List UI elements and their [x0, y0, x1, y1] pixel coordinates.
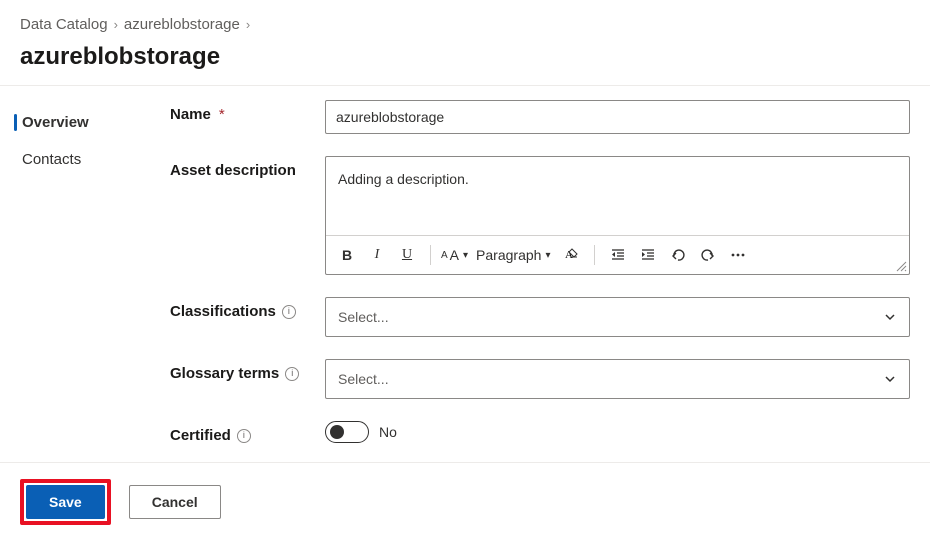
required-indicator: * [219, 106, 225, 123]
label-text: Classifications [170, 303, 276, 320]
description-editor: Adding a description. B I U AA ▾ Para [325, 156, 910, 275]
chevron-right-icon: › [114, 17, 118, 32]
undo-button[interactable] [665, 242, 691, 268]
name-label: Name * [170, 100, 325, 123]
indent-icon [640, 247, 656, 263]
redo-icon [700, 247, 716, 263]
page-title: azureblobstorage [0, 37, 930, 85]
info-icon[interactable]: i [285, 367, 299, 381]
cancel-button[interactable]: Cancel [129, 485, 221, 519]
form-sidebar: Overview Contacts [0, 100, 150, 178]
info-icon[interactable]: i [237, 429, 251, 443]
font-size-button[interactable]: AA ▾ [441, 242, 468, 268]
breadcrumb-link-root[interactable]: Data Catalog [20, 16, 108, 33]
italic-button[interactable]: I [364, 242, 390, 268]
outdent-button[interactable] [605, 242, 631, 268]
classifications-select[interactable]: Select... [325, 297, 910, 337]
label-text: Glossary terms [170, 365, 279, 382]
label-text: Name [170, 106, 211, 123]
indent-button[interactable] [635, 242, 661, 268]
divider [430, 245, 431, 265]
clear-format-button[interactable]: A [558, 242, 584, 268]
paragraph-style-label: Paragraph [476, 247, 541, 263]
select-placeholder: Select... [338, 309, 389, 325]
chevron-down-icon: ▾ [463, 250, 468, 261]
outdent-icon [610, 247, 626, 263]
more-button[interactable] [725, 242, 751, 268]
sidebar-item-label: Overview [22, 114, 89, 131]
font-size-icon: A [441, 250, 448, 261]
select-placeholder: Select... [338, 371, 389, 387]
save-button[interactable]: Save [26, 485, 105, 519]
certified-toggle[interactable] [325, 421, 369, 443]
glossary-label: Glossary terms i [170, 359, 325, 382]
name-input[interactable] [325, 100, 910, 134]
certified-value-text: No [379, 424, 397, 440]
info-icon[interactable]: i [282, 305, 296, 319]
sidebar-item-label: Contacts [22, 151, 81, 168]
paragraph-style-button[interactable]: Paragraph ▾ [472, 242, 554, 268]
breadcrumb: Data Catalog › azureblobstorage › [0, 0, 930, 37]
bold-button[interactable]: B [334, 242, 360, 268]
label-text: Certified [170, 427, 231, 444]
label-text: Asset description [170, 162, 296, 179]
more-icon [730, 247, 746, 263]
glossary-select[interactable]: Select... [325, 359, 910, 399]
chevron-down-icon [883, 310, 897, 324]
description-textarea[interactable]: Adding a description. [326, 157, 909, 235]
toggle-knob [330, 425, 344, 439]
sidebar-item-overview[interactable]: Overview [0, 104, 150, 141]
divider [594, 245, 595, 265]
tutorial-highlight: Save [20, 479, 111, 525]
chevron-down-icon: ▾ [545, 250, 550, 261]
redo-button[interactable] [695, 242, 721, 268]
sidebar-item-contacts[interactable]: Contacts [0, 141, 150, 178]
classifications-label: Classifications i [170, 297, 325, 320]
description-label: Asset description [170, 156, 325, 179]
chevron-right-icon: › [246, 17, 250, 32]
rte-toolbar: B I U AA ▾ Paragraph ▾ [326, 235, 909, 274]
underline-button[interactable]: U [394, 242, 420, 268]
font-size-icon: A [450, 247, 459, 263]
chevron-down-icon [883, 372, 897, 386]
certified-label: Certified i [170, 421, 325, 444]
clear-format-icon: A [562, 246, 580, 264]
breadcrumb-link-asset[interactable]: azureblobstorage [124, 16, 240, 33]
undo-icon [670, 247, 686, 263]
